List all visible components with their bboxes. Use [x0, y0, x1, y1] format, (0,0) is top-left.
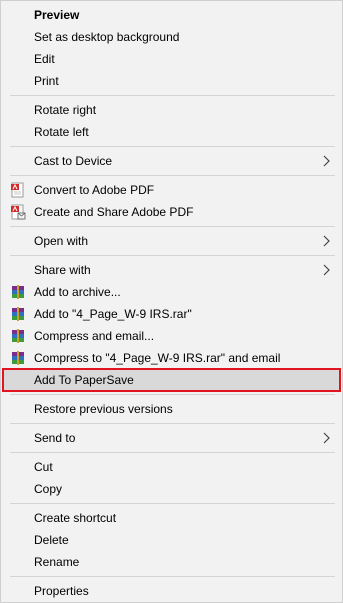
menu-separator [10, 95, 335, 96]
menu-item-label: Preview [34, 8, 80, 22]
menu-separator [10, 146, 335, 147]
adobe-pdf-icon [11, 182, 24, 198]
menu-item-label: Print [34, 74, 59, 88]
menu-item-label: Add to archive... [34, 285, 121, 299]
menu-item-create-share-adobe-pdf[interactable]: Create and Share Adobe PDF [1, 201, 342, 223]
menu-item-print[interactable]: Print [1, 70, 342, 92]
chevron-right-icon [323, 264, 330, 276]
menu-item-cut[interactable]: Cut [1, 456, 342, 478]
winrar-archive-icon [12, 351, 24, 365]
winrar-archive-icon [12, 285, 24, 299]
menu-item-set-desktop-background[interactable]: Set as desktop background [1, 26, 342, 48]
menu-item-add-to-papersave[interactable]: Add To PaperSave [2, 368, 341, 392]
menu-item-label: Rotate left [34, 125, 89, 139]
menu-item-copy[interactable]: Copy [1, 478, 342, 500]
menu-item-label: Cut [34, 460, 53, 474]
menu-item-label: Delete [34, 533, 69, 547]
menu-item-cast-to-device[interactable]: Cast to Device [1, 150, 342, 172]
menu-item-label: Cast to Device [34, 154, 113, 168]
menu-item-label: Rename [34, 555, 80, 569]
menu-item-label: Create shortcut [34, 511, 117, 525]
menu-item-label: Compress to "4_Page_W-9 IRS.rar" and ema… [34, 351, 281, 365]
chevron-right-icon [323, 432, 330, 444]
menu-item-properties[interactable]: Properties [1, 580, 342, 602]
menu-item-compress-rar-and-email[interactable]: Compress to "4_Page_W-9 IRS.rar" and ema… [1, 347, 342, 369]
menu-item-delete[interactable]: Delete [1, 529, 342, 551]
menu-item-send-to[interactable]: Send to [1, 427, 342, 449]
menu-item-label: Compress and email... [34, 329, 155, 343]
menu-item-label: Properties [34, 584, 89, 598]
menu-item-label: Rotate right [34, 103, 97, 117]
menu-item-label: Edit [34, 52, 55, 66]
chevron-right-icon [323, 155, 330, 167]
menu-item-add-to-rar[interactable]: Add to "4_Page_W-9 IRS.rar" [1, 303, 342, 325]
menu-separator [10, 226, 335, 227]
menu-item-label: Add To PaperSave [34, 373, 134, 387]
menu-item-convert-to-adobe-pdf[interactable]: Convert to Adobe PDF [1, 179, 342, 201]
menu-separator [10, 452, 335, 453]
menu-item-compress-and-email[interactable]: Compress and email... [1, 325, 342, 347]
winrar-archive-icon [12, 329, 24, 343]
menu-item-label: Send to [34, 431, 76, 445]
menu-item-edit[interactable]: Edit [1, 48, 342, 70]
menu-item-add-to-archive[interactable]: Add to archive... [1, 281, 342, 303]
menu-separator [10, 503, 335, 504]
menu-item-label: Add to "4_Page_W-9 IRS.rar" [34, 307, 192, 321]
menu-item-rotate-right[interactable]: Rotate right [1, 99, 342, 121]
menu-item-label: Restore previous versions [34, 402, 173, 416]
menu-item-rename[interactable]: Rename [1, 551, 342, 573]
menu-item-label: Create and Share Adobe PDF [34, 205, 194, 219]
menu-separator [10, 423, 335, 424]
menu-item-share-with[interactable]: Share with [1, 259, 342, 281]
menu-item-restore-previous-versions[interactable]: Restore previous versions [1, 398, 342, 420]
menu-item-open-with[interactable]: Open with [1, 230, 342, 252]
chevron-right-icon [323, 235, 330, 247]
context-menu: Preview Set as desktop background Edit P… [0, 0, 343, 603]
winrar-archive-icon [12, 307, 24, 321]
menu-separator [10, 255, 335, 256]
menu-item-create-shortcut[interactable]: Create shortcut [1, 507, 342, 529]
menu-item-rotate-left[interactable]: Rotate left [1, 121, 342, 143]
menu-separator [10, 175, 335, 176]
menu-item-label: Set as desktop background [34, 30, 180, 44]
menu-item-label: Share with [34, 263, 91, 277]
menu-item-preview[interactable]: Preview [1, 4, 342, 26]
menu-separator [10, 576, 335, 577]
menu-item-label: Open with [34, 234, 89, 248]
menu-separator [10, 394, 335, 395]
menu-item-label: Copy [34, 482, 63, 496]
adobe-pdf-share-icon [11, 204, 26, 220]
menu-item-label: Convert to Adobe PDF [34, 183, 155, 197]
